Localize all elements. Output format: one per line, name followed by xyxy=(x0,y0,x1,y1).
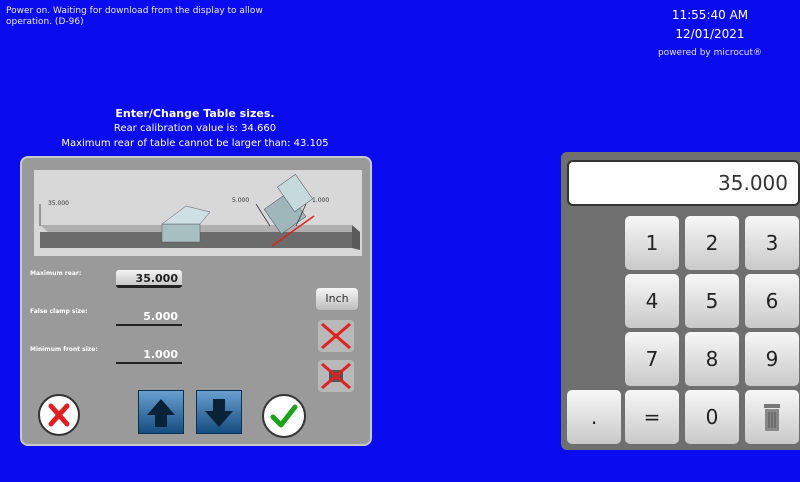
info-block: Enter/Change Table sizes. Rear calibrati… xyxy=(20,107,370,151)
min-front-input[interactable]: 1.000 xyxy=(116,346,182,364)
delete-button[interactable] xyxy=(745,390,799,444)
arrow-down-icon xyxy=(205,399,233,427)
clear-clamp-x-icon[interactable] xyxy=(316,318,356,354)
arrow-up-icon xyxy=(147,399,175,427)
key-8[interactable]: 8 xyxy=(685,332,739,386)
clock-date: 12/01/2021 xyxy=(675,27,745,41)
arrow-up-button[interactable] xyxy=(138,390,184,434)
info-title: Enter/Change Table sizes. xyxy=(115,107,275,120)
field-max-rear: Maximum rear: 35.000 xyxy=(30,266,210,304)
size-fields: Maximum rear: 35.000 False clamp size: 5… xyxy=(30,266,210,380)
key-9[interactable]: 9 xyxy=(745,332,799,386)
ok-button[interactable] xyxy=(262,394,306,438)
arrow-down-button[interactable] xyxy=(196,390,242,434)
false-clamp-input[interactable]: 5.000 xyxy=(116,308,182,326)
checkmark-icon xyxy=(270,404,298,428)
trash-icon xyxy=(764,404,780,431)
inch-button[interactable]: Inch xyxy=(316,288,358,310)
field-label: Minimum front size: xyxy=(30,346,98,353)
key-1[interactable]: 1 xyxy=(625,216,679,270)
cancel-button[interactable] xyxy=(38,394,80,436)
field-label: Maximum rear: xyxy=(30,270,82,277)
status-message: Power on. Waiting for download from the … xyxy=(6,6,263,27)
brand-text: powered by microcut® xyxy=(657,48,763,58)
cancel-x-icon xyxy=(48,403,70,427)
clock-time: 11:55:40 AM xyxy=(671,8,749,22)
table-size-panel: 35.000 5.000 1.000 Maximum rear: 35.000 … xyxy=(20,156,372,446)
table-illustration xyxy=(39,174,360,250)
key-0[interactable]: 0 xyxy=(685,390,739,444)
calibration-text: Rear calibration value is: 34.660 xyxy=(113,123,277,134)
field-min-front: Minimum front size: 1.000 xyxy=(30,342,210,380)
key-7[interactable]: 7 xyxy=(625,332,679,386)
key-decimal[interactable]: . xyxy=(567,390,621,444)
diagram-label-front: 1.000 xyxy=(312,197,330,204)
clock: 11:55:40 AM 12/01/2021 powered by microc… xyxy=(620,8,800,58)
key-3[interactable]: 3 xyxy=(745,216,799,270)
max-rear-text: Maximum rear of table cannot be larger t… xyxy=(61,138,329,149)
key-4[interactable]: 4 xyxy=(625,274,679,328)
numeric-keypad: 35.000 1 2 3 4 5 6 7 8 9 . = 0 xyxy=(561,152,800,450)
key-2[interactable]: 2 xyxy=(685,216,739,270)
max-rear-input[interactable]: 35.000 xyxy=(116,270,182,288)
key-5[interactable]: 5 xyxy=(685,274,739,328)
key-equals[interactable]: = xyxy=(625,390,679,444)
field-false-clamp: False clamp size: 5.000 xyxy=(30,304,210,342)
keypad-display: 35.000 xyxy=(567,160,800,206)
field-label: False clamp size: xyxy=(30,308,88,315)
diagram-label-clamp: 5.000 xyxy=(232,197,250,204)
key-6[interactable]: 6 xyxy=(745,274,799,328)
table-diagram: 35.000 5.000 1.000 xyxy=(34,170,362,256)
clear-front-x-icon[interactable] xyxy=(316,358,356,394)
diagram-label-rear: 35.000 xyxy=(48,200,69,207)
